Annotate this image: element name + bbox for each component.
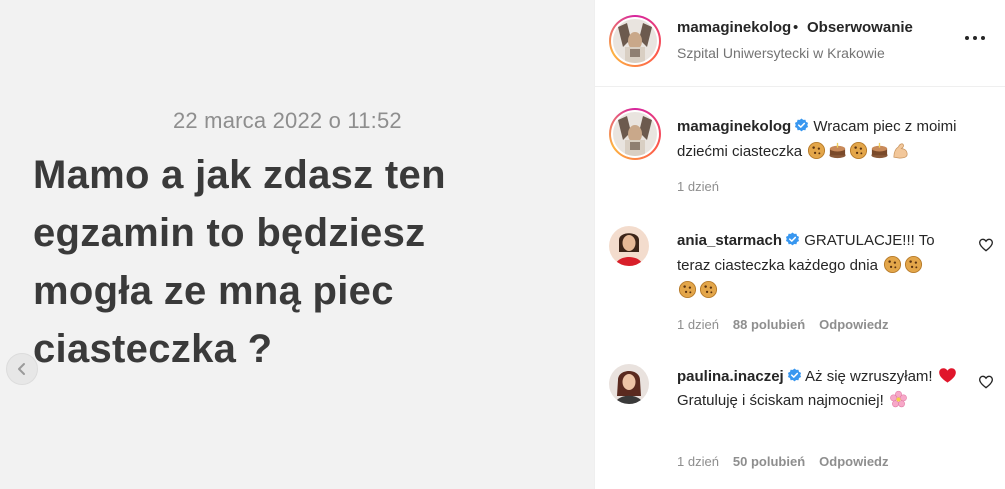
verified-badge-icon — [795, 118, 809, 132]
avatar-image — [613, 19, 657, 63]
comment-time[interactable]: 1 dzień — [677, 317, 719, 332]
reply-button[interactable]: Odpowiedz — [819, 454, 888, 469]
commenter-avatar[interactable] — [609, 364, 649, 404]
cookie-icon — [850, 141, 868, 160]
commenter-avatar[interactable] — [609, 226, 649, 266]
post-side-panel: mamaginekolog • Obserwowanie Szpital Uni… — [594, 0, 1005, 489]
post-media: 22 marca 2022 o 11:52 Mamo a jak zdasz t… — [0, 0, 594, 489]
cake-icon — [871, 142, 888, 159]
verified-badge-icon — [786, 232, 800, 246]
caption-username[interactable]: mamaginekolog — [677, 118, 791, 135]
post-header: mamaginekolog • Obserwowanie Szpital Uni… — [595, 0, 1005, 87]
cherry-blossom-icon — [890, 390, 907, 408]
header-separator: • — [793, 19, 799, 36]
comment-text: Aż się wzruszyłam! — [805, 368, 933, 385]
reply-button[interactable]: Odpowiedz — [819, 317, 888, 332]
comment-meta: 1 dzień 50 polubień Odpowiedz — [677, 454, 889, 469]
comment-username[interactable]: ania_starmach — [677, 232, 782, 249]
flexed-biceps-icon — [893, 143, 908, 159]
like-comment-heart-icon[interactable] — [978, 374, 994, 390]
author-avatar[interactable] — [609, 15, 661, 67]
comment-likes[interactable]: 88 polubień — [733, 317, 805, 332]
media-text: Mamo a jak zdasz ten egzamin to będziesz… — [33, 153, 446, 371]
chevron-left-icon — [18, 363, 25, 375]
cookie-icon — [884, 255, 902, 274]
more-options-icon[interactable] — [961, 28, 989, 48]
comment-body: paulina.inaczej Aż się wzruszyłam! Gratu… — [677, 365, 967, 413]
avatar-image — [609, 364, 649, 404]
red-heart-icon — [938, 368, 956, 383]
comment-username[interactable]: paulina.inaczej — [677, 368, 784, 385]
like-comment-heart-icon[interactable] — [978, 237, 994, 253]
post-caption: mamaginekolog Wracam piec z moimi dziećm… — [677, 114, 977, 164]
media-date: 22 marca 2022 o 11:52 — [173, 108, 402, 133]
cookie-icon — [678, 280, 697, 299]
cookie-icon — [808, 141, 826, 160]
avatar-image — [613, 112, 657, 156]
comment-time[interactable]: 1 dzień — [677, 454, 719, 469]
verified-badge-icon — [787, 368, 801, 382]
comment-meta: 1 dzień 88 polubień Odpowiedz — [677, 317, 889, 332]
cookie-icon — [699, 280, 718, 299]
cake-icon — [829, 142, 846, 159]
avatar-image — [609, 226, 649, 266]
caption-avatar[interactable] — [609, 108, 661, 160]
comment-likes[interactable]: 50 polubień — [733, 454, 805, 469]
post-location[interactable]: Szpital Uniwersytecki w Krakowie — [677, 45, 885, 61]
comment-body: ania_starmach GRATULACJE!!! To teraz cia… — [677, 228, 967, 303]
cookie-icon — [905, 255, 923, 274]
following-button[interactable]: Obserwowanie — [807, 19, 913, 36]
caption-time[interactable]: 1 dzień — [677, 179, 719, 194]
author-username[interactable]: mamaginekolog — [677, 19, 791, 36]
comment-text-continued: Gratuluję i ściskam najmocniej! — [677, 392, 884, 409]
previous-image-button[interactable] — [6, 353, 38, 385]
